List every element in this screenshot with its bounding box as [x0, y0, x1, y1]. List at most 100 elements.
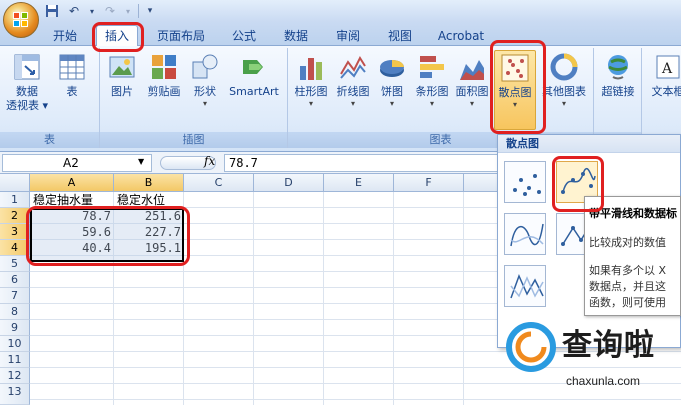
- pie-chart-icon: [377, 52, 407, 82]
- scatter-smooth-lines-option[interactable]: [504, 213, 546, 255]
- shapes-label: 形状: [194, 85, 216, 98]
- column-chart-dropdown-icon: ▾: [308, 99, 313, 108]
- row-header-6[interactable]: 6: [0, 272, 30, 288]
- picture-button[interactable]: 图片: [104, 52, 140, 99]
- row-header-9[interactable]: 9: [0, 320, 30, 336]
- tooltip-line-2: 如果有多个以 X: [589, 264, 667, 277]
- gridline: [393, 192, 394, 405]
- redo-icon[interactable]: ↷: [102, 3, 118, 19]
- line-chart-label: 折线图: [336, 85, 370, 98]
- tab-acrobat[interactable]: Acrobat: [432, 26, 490, 46]
- row-header-1[interactable]: 1: [0, 192, 30, 208]
- gallery-title: 散点图: [498, 135, 680, 153]
- row-header-13[interactable]: 13: [0, 384, 30, 405]
- line-chart-button[interactable]: 折线图 ▾: [332, 52, 374, 109]
- undo-icon[interactable]: ↶: [66, 3, 82, 19]
- clip-art-icon: [149, 52, 179, 82]
- select-all-corner[interactable]: [0, 174, 30, 192]
- hyperlink-icon: [603, 52, 633, 82]
- column-header-e[interactable]: E: [324, 174, 394, 192]
- area-chart-icon: [457, 52, 487, 82]
- gridline: [253, 192, 254, 405]
- row-header-12[interactable]: 12: [0, 368, 30, 384]
- scatter-markers-only-option[interactable]: [504, 161, 546, 203]
- line-chart-icon: [338, 52, 368, 82]
- redo-dropdown-icon[interactable]: ▾: [124, 3, 132, 19]
- column-header-f[interactable]: F: [394, 174, 464, 192]
- pie-chart-button[interactable]: 饼图 ▾: [374, 52, 410, 109]
- shapes-button[interactable]: 形状 ▾: [188, 52, 222, 109]
- smartart-button[interactable]: SmartArt: [224, 52, 284, 99]
- area-chart-dropdown-icon: ▾: [469, 99, 474, 108]
- name-box[interactable]: A2: [2, 154, 152, 172]
- bar-chart-dropdown-icon: ▾: [429, 99, 434, 108]
- pie-chart-dropdown-icon: ▾: [389, 99, 394, 108]
- other-charts-icon: [549, 52, 579, 82]
- hyperlink-button[interactable]: 超链接: [596, 52, 640, 99]
- clip-art-label: 剪贴画: [147, 85, 181, 98]
- clip-art-button[interactable]: 剪贴画: [142, 52, 186, 99]
- bar-chart-button[interactable]: 条形图 ▾: [412, 52, 452, 109]
- customize-qat-icon[interactable]: ▾: [145, 3, 155, 19]
- watermark: 查询啦 chaxunla.com: [496, 318, 681, 405]
- tab-formulas[interactable]: 公式: [224, 26, 264, 46]
- undo-dropdown-icon[interactable]: ▾: [88, 3, 96, 19]
- watermark-text: 查询啦: [562, 328, 655, 363]
- bar-chart-icon: [417, 52, 447, 82]
- row-header-11[interactable]: 11: [0, 352, 30, 368]
- column-chart-icon: [296, 52, 326, 82]
- annotation-scatter-option: [552, 156, 604, 212]
- tooltip-line-1: 比较成对的数值: [589, 236, 666, 249]
- table-icon: [57, 52, 87, 82]
- annotation-scatter-button: [490, 40, 546, 134]
- area-chart-button[interactable]: 面积图 ▾: [452, 52, 492, 109]
- column-chart-button[interactable]: 柱形图 ▾: [290, 52, 332, 109]
- insert-function-button[interactable]: fx: [204, 154, 215, 168]
- save-icon[interactable]: [44, 3, 60, 19]
- group-label-tables: 表: [0, 132, 99, 148]
- row-header-10[interactable]: 10: [0, 336, 30, 352]
- name-box-dropdown-icon[interactable]: ▼: [138, 157, 144, 166]
- row-header-8[interactable]: 8: [0, 304, 30, 320]
- pivot-table-label: 数据: [16, 85, 38, 98]
- smartart-icon: [239, 52, 269, 82]
- shapes-dropdown-icon: ▾: [202, 99, 207, 108]
- column-header-a[interactable]: A: [30, 174, 114, 192]
- tooltip-line-4: 函数，则可使用: [589, 296, 666, 309]
- ribbon-group-text: A 文本框: [642, 48, 681, 148]
- formula-buttons: fx: [152, 154, 222, 172]
- tab-view[interactable]: 视图: [380, 26, 420, 46]
- pivot-table-label2: 透视表 ▾: [5, 99, 49, 112]
- column-header-d[interactable]: D: [254, 174, 324, 192]
- row-header-7[interactable]: 7: [0, 288, 30, 304]
- table-label: 表: [66, 85, 78, 98]
- table-button[interactable]: 表: [54, 52, 90, 99]
- ribbon-group-charts: 柱形图 ▾ 折线图 ▾ 饼图 ▾ 条形图 ▾ 面积图 ▾ 散点图 ▾ 其他图表 …: [288, 48, 594, 148]
- column-header-c[interactable]: C: [184, 174, 254, 192]
- ribbon-group-links: 超链接: [594, 48, 642, 148]
- picture-label: 图片: [111, 85, 133, 98]
- scatter-straight-lines-option[interactable]: [504, 265, 546, 307]
- gridline: [323, 192, 324, 405]
- tab-home[interactable]: 开始: [46, 26, 84, 46]
- quick-access-toolbar: ↶ ▾ ↷ ▾ ▾: [44, 3, 155, 19]
- text-box-icon: A: [653, 52, 681, 82]
- pivot-table-icon: [12, 52, 42, 82]
- tab-review[interactable]: 审阅: [328, 26, 368, 46]
- office-logo-icon: [13, 12, 30, 29]
- office-button[interactable]: [3, 2, 39, 38]
- title-bar: ↶ ▾ ↷ ▾ ▾: [0, 0, 681, 38]
- hyperlink-label: 超链接: [601, 85, 635, 98]
- text-box-label: 文本框: [651, 85, 681, 98]
- pie-chart-label: 饼图: [381, 85, 403, 98]
- tab-data[interactable]: 数据: [276, 26, 316, 46]
- ribbon-group-illustrations: 图片 剪贴画 形状 ▾ SmartArt 插图: [100, 48, 288, 148]
- group-label-illustrations: 插图: [100, 132, 287, 148]
- pivot-table-button[interactable]: 数据 透视表 ▾: [4, 52, 50, 113]
- bar-chart-label: 条形图: [415, 85, 449, 98]
- column-header-b[interactable]: B: [114, 174, 184, 192]
- text-box-button[interactable]: A 文本框: [648, 52, 681, 99]
- picture-icon: [107, 52, 137, 82]
- area-chart-label: 面积图: [455, 85, 489, 98]
- tab-page-layout[interactable]: 页面布局: [150, 26, 212, 46]
